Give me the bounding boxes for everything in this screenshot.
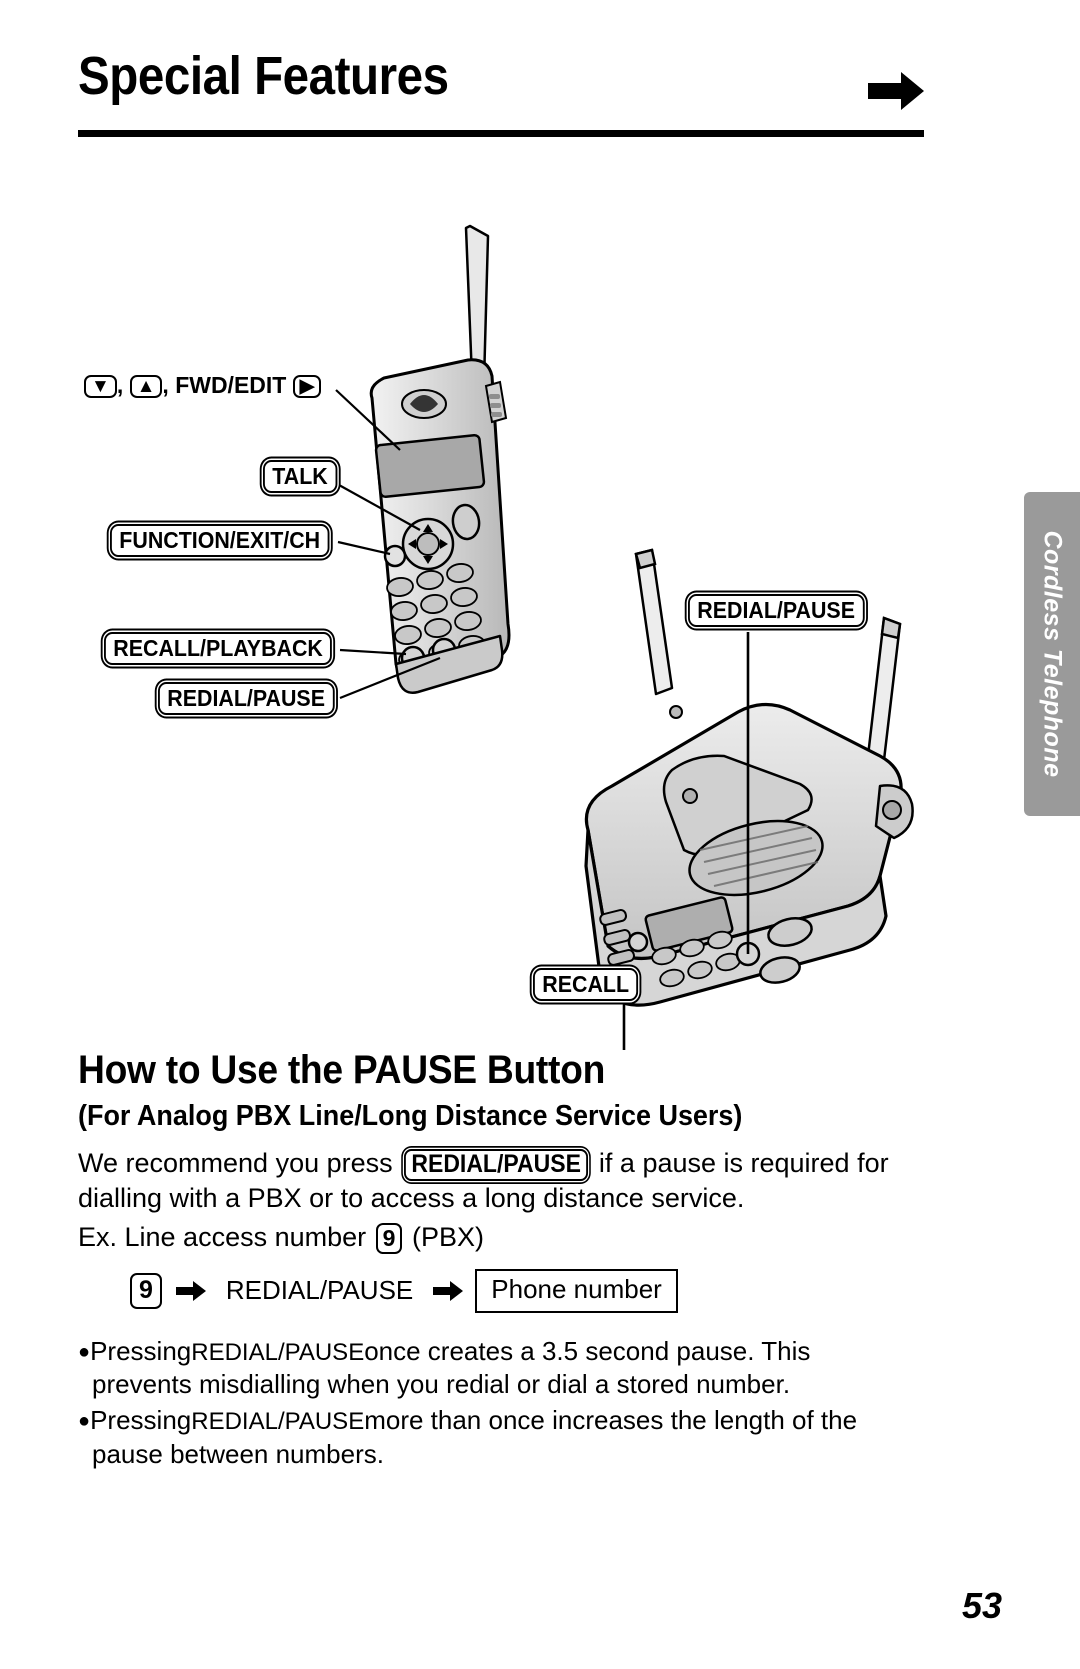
callout-recall-playback: RECALL/PLAYBACK (104, 632, 349, 666)
flow-step-phone-number: Phone number (475, 1268, 678, 1313)
intro-text-before: We recommend you press (78, 1147, 393, 1178)
example-suffix: (PBX) (411, 1221, 484, 1252)
handset-illustration (369, 224, 511, 694)
flow-step-redial-pause: REDIAL/PAUSE (225, 1274, 414, 1305)
header-divider (78, 130, 924, 137)
callout-separator-1: , (116, 372, 124, 398)
inline-key-redial-pause: REDIAL/PAUSE (403, 1148, 588, 1182)
bullet-dot-icon: ● (78, 1340, 91, 1363)
example-prefix: Ex. Line access number (78, 1221, 367, 1252)
callout-recall-base: RECALL (533, 968, 646, 1002)
example-line: Ex. Line access number 9 (PBX) (78, 1220, 916, 1255)
callout-label-function-exit-ch: FUNCTION/EXIT/CH (110, 524, 330, 558)
up-arrow-key: ▲ (129, 375, 163, 399)
bullet-inline-key-redial-pause: REDIAL/PAUSE (191, 1408, 365, 1436)
key-sequence-flow: 9 REDIAL/PAUSE Phone number (128, 1268, 916, 1313)
bullet-text-before: Pressing (90, 1405, 192, 1436)
callout-redial-pause-handset: REDIAL/PAUSE (158, 682, 348, 716)
bullet-dot-icon: ● (78, 1410, 91, 1433)
callout-nav-keys: ▼, ▲, FWD/EDIT ▶ (84, 372, 322, 399)
flow-step-numeric-key-9: 9 (130, 1272, 162, 1309)
page-number: 53 (961, 1585, 1002, 1626)
callout-label-redial-pause-base: REDIAL/PAUSE (688, 594, 865, 628)
callout-talk: TALK (263, 460, 343, 494)
product-diagram: ▼, ▲, FWD/EDIT ▶ TALK FUNCTION/EXIT/CH R… (0, 150, 1080, 1050)
section-subheading: (For Analog PBX Line/Long Distance Servi… (78, 1099, 743, 1132)
intro-paragraph: We recommend you press REDIAL/PAUSE if a p… (78, 1146, 916, 1216)
page-title: Special Features (78, 46, 449, 106)
callout-label-recall-base: RECALL (533, 968, 639, 1002)
numeric-key-9: 9 (375, 1222, 403, 1255)
callout-label-recall-playback: RECALL/PLAYBACK (104, 632, 333, 666)
page-header: Special Features (78, 48, 924, 140)
callout-label-fwd-edit: FWD/EDIT (175, 372, 287, 398)
down-arrow-key: ▼ (84, 375, 117, 399)
bullet-item: ●PressingREDIAL/PAUSEonce creates a 3.5 … (78, 1335, 916, 1403)
bullet-text-before: Pressing (90, 1335, 192, 1366)
section-heading: How to Use the PAUSE Button (78, 1048, 606, 1092)
phone-illustration (329, 224, 914, 1050)
callout-label-talk: TALK (263, 460, 338, 494)
bullet-item: ●PressingREDIAL/PAUSEmore than once incr… (78, 1404, 916, 1472)
bullet-inline-key-redial-pause: REDIAL/PAUSE (191, 1338, 365, 1366)
body-content: How to Use the PAUSE Button (For Analog … (78, 1048, 916, 1474)
callout-redial-pause-base: REDIAL/PAUSE (688, 594, 878, 628)
right-arrow-icon (868, 72, 924, 110)
flow-arrow-icon-1 (175, 1280, 206, 1301)
callout-label-redial-pause-handset: REDIAL/PAUSE (158, 682, 335, 716)
flow-arrow-icon-2 (433, 1280, 464, 1301)
bullet-list: ●PressingREDIAL/PAUSEonce creates a 3.5 … (78, 1335, 916, 1472)
callout-function-exit-ch: FUNCTION/EXIT/CH (110, 524, 346, 558)
callout-separator-2: , (162, 372, 169, 398)
right-arrow-key: ▶ (292, 375, 322, 399)
